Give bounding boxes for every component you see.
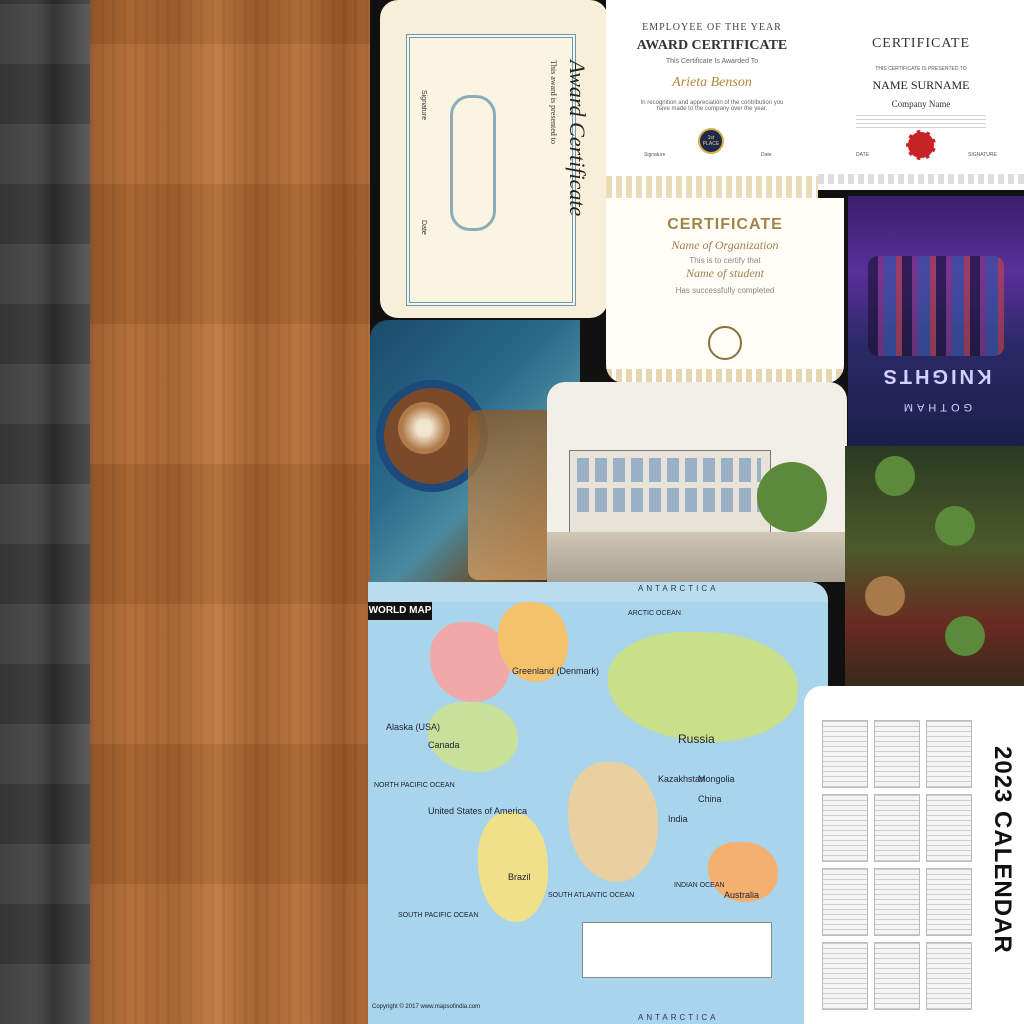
map-label: India xyxy=(668,814,688,824)
map-label: Brazil xyxy=(508,872,531,882)
month-block xyxy=(874,794,920,862)
turtle-head xyxy=(945,616,985,656)
map-label: SOUTH PACIFIC OCEAN xyxy=(398,912,479,919)
ninja-turtles-art xyxy=(845,446,1024,701)
antarctica-label: ANTARCTICA xyxy=(638,1013,719,1022)
month-block xyxy=(926,794,972,862)
map-legend xyxy=(582,922,772,978)
signature-label: SIGNATURE xyxy=(968,152,997,158)
employee-certificate-image: EMPLOYEE OF THE YEAR AWARD CERTIFICATE T… xyxy=(606,0,818,198)
map-label: ARCTIC OCEAN xyxy=(628,610,681,617)
africa-shape xyxy=(568,762,658,882)
company-name: Company Name xyxy=(891,99,951,109)
map-label: SOUTH ATLANTIC OCEAN xyxy=(548,892,635,899)
date-label: Date xyxy=(761,152,772,158)
windows-row xyxy=(577,458,761,482)
certify-text: This is to certify that xyxy=(689,256,761,265)
latte-art xyxy=(398,402,450,454)
student-name: Name of student xyxy=(686,266,764,280)
map-label: China xyxy=(698,794,722,804)
month-block xyxy=(874,720,920,788)
ornament-icon xyxy=(450,95,496,231)
month-block xyxy=(822,720,868,788)
map-label: Kazakhstan xyxy=(658,774,706,784)
certificate-title: Award Certificate xyxy=(565,60,590,217)
signature-label: Signature xyxy=(644,152,666,158)
game-logo: KNIGHTS xyxy=(880,365,992,387)
map-label: United States of America xyxy=(428,806,528,816)
map-label: Australia xyxy=(724,890,760,900)
month-block xyxy=(822,942,868,1010)
dark-texture-strip xyxy=(0,0,90,1024)
presented-text: THIS CERTIFICATE IS PRESENTED TO xyxy=(875,66,967,72)
map-label: NORTH PACIFIC OCEAN xyxy=(374,782,455,789)
gotham-knights-poster: KNIGHTS GOTHAM xyxy=(848,196,1024,446)
month-block xyxy=(874,868,920,936)
map-label: Greenland (Denmark) xyxy=(512,666,600,676)
office-building-sketch xyxy=(547,382,847,582)
month-block xyxy=(926,720,972,788)
calendar-image: 2023 CALENDAR xyxy=(804,686,1024,1024)
certificate-subtitle: This award is presented to xyxy=(549,60,558,144)
decorative-border xyxy=(606,369,844,383)
map-header xyxy=(368,582,828,602)
organization-name: Name of Organization xyxy=(671,238,779,252)
tree xyxy=(757,462,827,532)
month-block xyxy=(926,868,972,936)
ground xyxy=(547,532,847,582)
month-block xyxy=(874,942,920,1010)
body-lines xyxy=(856,112,986,128)
characters-art xyxy=(868,256,1004,356)
game-logo-sub: GOTHAM xyxy=(899,401,973,413)
map-copyright: Copyright © 2017 www.mapsofindia.com xyxy=(372,1004,481,1010)
seal-icon xyxy=(708,326,742,360)
certificate-title: AWARD CERTIFICATE xyxy=(636,38,788,53)
generic-certificate-image: CERTIFICATE THIS CERTIFICATE IS PRESENTE… xyxy=(818,0,1024,190)
turtle-head xyxy=(875,456,915,496)
map-label: Russia xyxy=(678,732,715,746)
month-block xyxy=(926,942,972,1010)
map-label: Alaska (USA) xyxy=(386,722,441,732)
world-map-image: ANTARCTICA WORLD MAP Greenland (Denmark)… xyxy=(368,582,828,1024)
certificate-title: CERTIFICATE xyxy=(871,36,971,51)
map-label: Canada xyxy=(428,740,460,750)
date-label: DATE xyxy=(856,152,869,158)
medal-icon: 1st PLACE xyxy=(698,128,724,154)
decorative-border xyxy=(606,176,818,198)
month-block xyxy=(822,794,868,862)
seal-icon xyxy=(906,130,936,160)
calendar-title: 2023 CALENDAR xyxy=(989,746,1016,954)
month-block xyxy=(822,868,868,936)
date-label: Date xyxy=(420,220,427,235)
organization-certificate-image: CERTIFICATE Name of Organization This is… xyxy=(606,198,844,383)
map-title: WORLD MAP xyxy=(368,602,432,620)
recipient-name: Arieta Benson xyxy=(672,75,752,90)
certificate-title: CERTIFICATE xyxy=(667,216,783,233)
iced-coffee-glass xyxy=(468,410,554,580)
award-certificate-image: Award Certificate This award is presente… xyxy=(380,0,608,318)
antarctica-label: ANTARCTICA xyxy=(638,584,719,593)
decorative-border xyxy=(818,174,1024,184)
eyebrow: EMPLOYEE OF THE YEAR xyxy=(642,22,782,33)
turtle-head xyxy=(935,506,975,546)
wood-texture-panel xyxy=(90,0,370,1024)
windows-row xyxy=(577,488,761,512)
eurasia-shape xyxy=(608,632,798,742)
awarded-to: This Certificate Is Awarded To xyxy=(665,58,759,65)
usa-shape xyxy=(428,702,518,772)
recipient-name: NAME SURNAME xyxy=(872,78,970,92)
south-america-shape xyxy=(478,812,548,922)
signature-label: Signature xyxy=(420,90,427,120)
month-grid xyxy=(822,720,972,1010)
map-label: INDIAN OCEAN xyxy=(674,882,725,889)
splinter-head xyxy=(865,576,905,616)
body-text: In recognition and appreciation of the c… xyxy=(640,100,784,112)
completed-text: Has successfully completed xyxy=(675,286,775,295)
